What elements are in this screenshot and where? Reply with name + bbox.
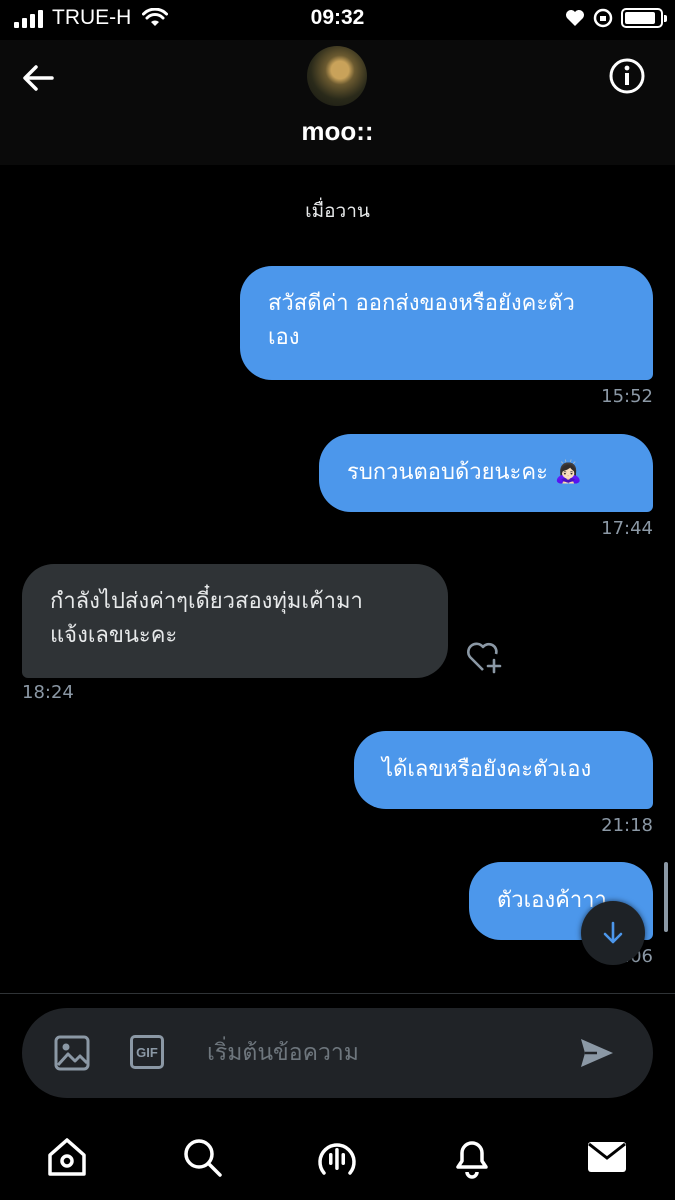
battery-icon [621,8,667,28]
image-icon[interactable] [52,1033,92,1073]
send-icon[interactable] [577,1033,617,1073]
back-arrow-icon[interactable] [18,58,58,98]
message-timestamp: 21:18 [601,815,653,836]
arrow-down-icon [603,921,623,944]
message-timestamp: 18:24 [22,682,74,703]
status-bar: TRUE-H 09:32 [0,0,675,40]
spaces-icon[interactable] [315,1135,359,1179]
bottom-nav [0,1125,675,1191]
message-bubble-outgoing[interactable]: ได้เลขหรือยังคะตัวเอง [354,731,653,809]
info-icon[interactable] [607,56,647,96]
heart-icon [566,10,584,26]
message-input[interactable] [207,1030,567,1076]
message-bubble-outgoing[interactable]: สวัสดีค่า ออกส่งของหรือยังคะตัว เอง [240,266,653,380]
conversation-header: moo:: [0,40,675,165]
message-text: กำลังไปส่งค่าๆเดี๋ยวสองทุ่มเค้ามา แจ้งเล… [50,589,363,648]
message-composer: GIF [22,1008,653,1098]
scrollbar[interactable] [664,862,668,932]
gif-button[interactable]: GIF [130,1035,164,1069]
day-separator: เมื่อวาน [305,200,370,222]
search-icon[interactable] [180,1135,224,1179]
home-icon[interactable] [45,1135,89,1179]
message-bubble-incoming[interactable]: กำลังไปส่งค่าๆเดี๋ยวสองทุ่มเค้ามา แจ้งเล… [22,564,448,678]
message-timestamp: 17:44 [601,518,653,539]
message-text: ได้เลขหรือยังคะตัวเอง [382,757,592,782]
notifications-icon[interactable] [450,1135,494,1179]
orientation-lock-icon [593,8,613,28]
message-text: สวัสดีค่า ออกส่งของหรือยังคะตัว เอง [268,291,575,350]
messages-icon[interactable] [585,1135,629,1179]
conversation-username[interactable]: moo:: [0,116,675,147]
composer-area: GIF [0,993,675,1200]
scroll-to-bottom-button[interactable] [581,901,645,965]
message-bubble-outgoing[interactable]: รบกวนตอบด้วยนะคะ 🙇🏻‍♀️ [319,434,653,512]
react-heart-add-icon[interactable] [466,640,502,674]
message-timestamp: 15:52 [601,386,653,407]
avatar[interactable] [307,46,367,106]
message-text: รบกวนตอบด้วยนะคะ 🙇🏻‍♀️ [347,460,583,485]
